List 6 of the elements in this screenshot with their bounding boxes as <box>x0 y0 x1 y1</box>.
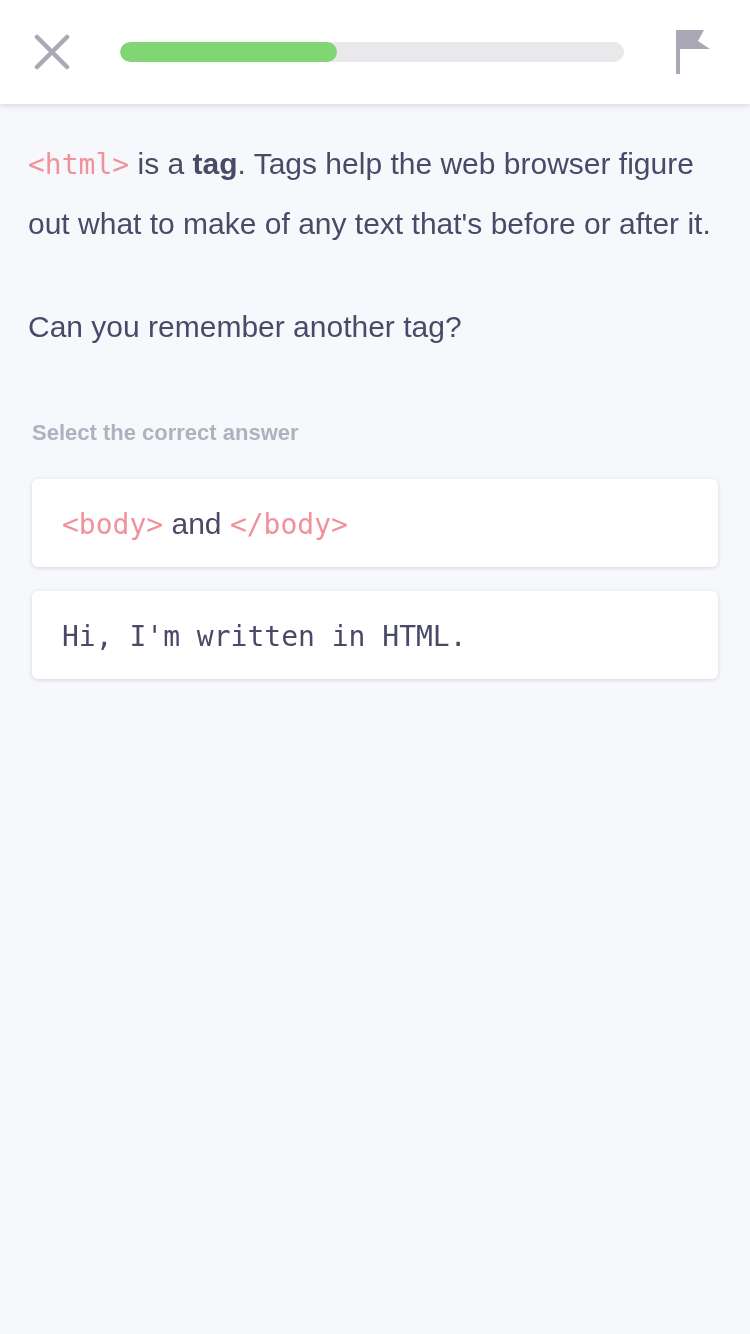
answer-option[interactable]: <body> and </body> <box>32 479 718 567</box>
intro-paragraph: <html> is a tag. Tags help the web browser figure out what to make of any text that's before or after it. <box>28 146 712 242</box>
answer-option[interactable]: Hi, I'm written in HTML. <box>32 591 718 679</box>
question-text: Can you remember another tag? <box>28 309 463 345</box>
instruction-text: Select the correct answer <box>32 419 300 447</box>
close-button[interactable] <box>34 34 70 70</box>
